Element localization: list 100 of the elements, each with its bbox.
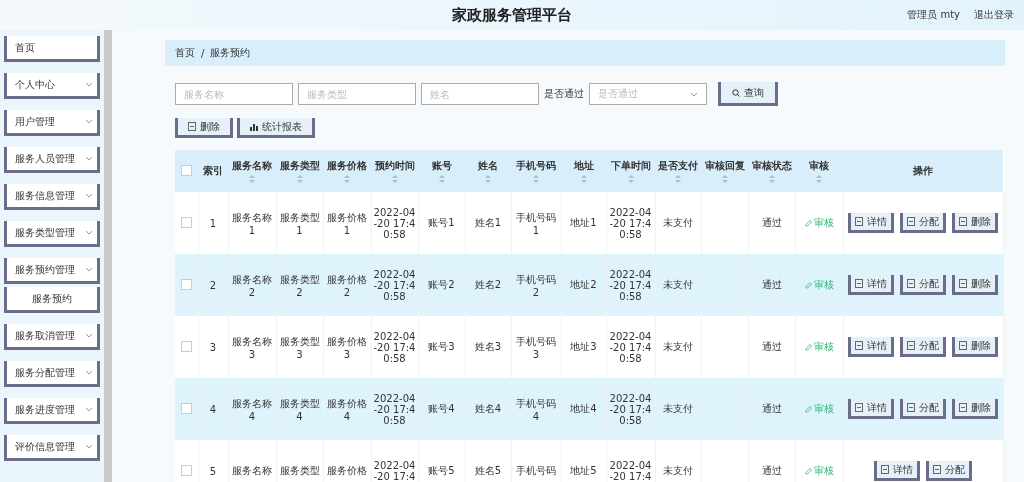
sidebar-item[interactable]: 服务进度管理 — [4, 398, 100, 424]
table-cell: 手机号码3 — [516, 335, 556, 360]
row-action-button[interactable]: 详情 — [848, 399, 894, 419]
chevron-down-icon — [85, 370, 93, 375]
search-field[interactable]: 姓名 — [421, 83, 539, 105]
row-action-button[interactable]: 分配 — [900, 337, 946, 357]
table-cell: 未支付 — [663, 279, 693, 290]
scrollbar[interactable] — [104, 30, 112, 482]
table-cell: 2022-04-20 17:40:58 — [373, 268, 416, 302]
table-cell: 服务名称2 — [232, 273, 272, 298]
table-cell: 服务名称4 — [232, 397, 272, 422]
sort-icon[interactable] — [580, 175, 587, 183]
table-cell: 地址3 — [570, 341, 597, 352]
sort-icon[interactable] — [533, 175, 539, 183]
report-button[interactable]: 统计报表 — [237, 118, 315, 138]
table-cell: 服务类型 — [279, 465, 320, 476]
table-cell: 未支付 — [663, 403, 693, 414]
sidebar-item[interactable]: 服务分配管理 — [4, 361, 100, 387]
table-cell: 2022-04-20 17:4 — [373, 460, 416, 482]
table-cell: 未支付 — [663, 465, 693, 476]
row-checkbox[interactable] — [180, 340, 192, 352]
sort-icon[interactable] — [344, 175, 350, 183]
sidebar-item[interactable]: 个人中心 — [4, 73, 100, 99]
search-field[interactable]: 服务名称 — [175, 83, 293, 105]
sort-icon[interactable] — [438, 175, 445, 183]
edit-icon — [804, 467, 812, 475]
row-action-button[interactable]: 分配 — [926, 461, 972, 481]
column-header: 操作 — [912, 164, 934, 178]
row-action-button[interactable]: 分配 — [900, 399, 946, 419]
sidebar-item[interactable]: 服务信息管理 — [4, 184, 100, 210]
sort-icon[interactable] — [296, 175, 303, 183]
sidebar-item[interactable]: 用户管理 — [4, 110, 100, 136]
table-cell: 2022-04-20 17:40:58 — [609, 392, 652, 426]
row-action-button[interactable]: 删除 — [952, 399, 998, 419]
chevron-down-icon — [85, 407, 93, 412]
row-checkbox[interactable] — [180, 464, 192, 476]
table-cell: 服务价格3 — [327, 335, 367, 360]
table-cell: 2 — [209, 279, 217, 291]
table-cell: 服务价格 — [327, 465, 367, 476]
sidebar-item[interactable]: 评价信息管理 — [4, 435, 100, 461]
chevron-down-icon — [85, 444, 93, 449]
logout-link[interactable]: 退出登录 — [974, 8, 1014, 22]
table-cell: 2022-04-20 17:40:58 — [373, 392, 416, 426]
chevron-down-icon — [690, 91, 698, 97]
table-cell: 账号1 — [428, 217, 455, 228]
sidebar-item[interactable]: 服务人员管理 — [4, 147, 100, 173]
app-title: 家政服务管理平台 — [452, 5, 572, 25]
document-icon — [855, 217, 863, 226]
sidebar-item[interactable]: 服务取消管理 — [4, 324, 100, 350]
sort-icon[interactable] — [391, 175, 398, 183]
document-icon — [907, 217, 915, 226]
sort-icon[interactable] — [627, 175, 634, 183]
row-checkbox[interactable] — [180, 278, 192, 290]
delete-button[interactable]: 删除 — [175, 118, 233, 138]
user-name: 管理员 mty — [907, 8, 960, 22]
row-action-button[interactable]: 分配 — [900, 213, 946, 233]
row-action-button[interactable]: 删除 — [952, 213, 998, 233]
sort-icon[interactable] — [249, 175, 255, 183]
breadcrumb-separator: / — [201, 47, 205, 59]
row-action-button[interactable]: 删除 — [952, 337, 998, 357]
sort-icon[interactable] — [816, 175, 822, 183]
sidebar-subitem[interactable]: 服务预约 — [4, 287, 100, 313]
sort-icon[interactable] — [485, 175, 491, 183]
sort-icon[interactable] — [675, 175, 681, 183]
table-cell: 通过 — [761, 279, 782, 290]
table-cell: 5 — [209, 465, 217, 477]
document-icon — [855, 279, 863, 288]
table-cell: 服务类型4 — [279, 397, 320, 422]
row-checkbox[interactable] — [180, 216, 192, 228]
chevron-down-icon — [85, 156, 93, 161]
table-cell: 2022-04-20 17:40:58 — [609, 206, 652, 240]
table-cell: 3 — [209, 341, 217, 353]
sidebar-item[interactable]: 服务类型管理 — [4, 221, 100, 247]
row-action-button[interactable]: 详情 — [874, 461, 920, 481]
table-cell: 未支付 — [663, 341, 693, 352]
sidebar-item[interactable]: 服务预约管理 — [4, 258, 100, 284]
sort-icon[interactable] — [768, 175, 775, 183]
select-all-checkbox[interactable] — [181, 164, 192, 176]
chevron-down-icon — [85, 230, 93, 235]
table-cell: 服务类型1 — [279, 211, 320, 236]
chevron-down-icon — [85, 119, 93, 124]
sort-icon[interactable] — [721, 175, 728, 183]
row-action-button[interactable]: 删除 — [952, 275, 998, 295]
table-cell: 姓名5 — [474, 465, 502, 476]
sidebar-item[interactable]: 首页 — [4, 36, 100, 62]
table-cell: 服务名称 — [232, 465, 272, 476]
row-action-button[interactable]: 分配 — [900, 275, 946, 295]
table-cell: 2022-04-20 17:4 — [609, 460, 652, 482]
table-cell: 姓名2 — [474, 279, 502, 290]
query-button[interactable]: 查询 — [718, 82, 778, 106]
row-action-button[interactable]: 详情 — [848, 275, 894, 295]
table-cell: 1 — [209, 217, 217, 229]
table-cell: 2022-04-20 17:40:58 — [609, 330, 652, 364]
row-action-button[interactable]: 详情 — [848, 213, 894, 233]
row-action-button[interactable]: 详情 — [848, 337, 894, 357]
breadcrumb-item[interactable]: 服务预约 — [210, 46, 251, 60]
chevron-down-icon — [85, 267, 93, 272]
breadcrumb-item[interactable]: 首页 — [175, 46, 195, 60]
row-checkbox[interactable] — [180, 402, 192, 414]
table-cell: 地址1 — [570, 217, 597, 228]
